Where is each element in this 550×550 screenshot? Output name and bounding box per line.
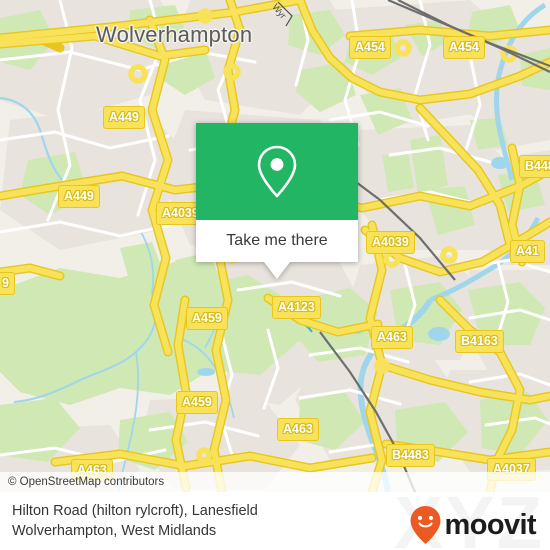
road-shield: A454 [443,36,485,59]
road-shield: A454 [349,36,391,59]
road-shield: A4039 [366,231,415,254]
map-attribution: © OpenStreetMap contributors [0,472,550,492]
road-shield: A449 [103,106,145,129]
road-shield: A463 [371,326,413,349]
road-shield: A459 [176,391,218,414]
road-shield: B4483 [386,444,435,467]
road-shield: 9 [0,272,15,295]
map-pin-icon [257,145,297,197]
take-me-there-button[interactable]: Take me there [196,220,358,262]
popup-pointer [264,262,290,279]
address-line-1: Hilton Road (hilton rylcroft), Lanesfiel… [12,503,258,519]
road-shield: B4484 [519,155,550,178]
location-address: Hilton Road (hilton rylcroft), Lanesfiel… [12,501,362,541]
moovit-pin-smile-icon [410,506,441,544]
address-line-2: Wolverhampton, West Midlands [12,523,217,539]
moovit-brand[interactable]: moovit [409,505,537,545]
road-shield: A41 [510,240,545,263]
footer-bar: XYZ Hilton Road (hilton rylcroft), Lanes… [0,492,550,550]
popup-image-panel [196,123,358,220]
location-popup-card[interactable]: Take me there [196,123,358,279]
road-shield: A463 [277,418,319,441]
road-shield: A449 [58,185,100,208]
road-shield: A459 [186,307,228,330]
moovit-wordmark: moovit [444,508,537,541]
moovit-map-share-card: Wolverhampton Wyr A454 A454 A449 A449 A4039 B… [0,0,550,550]
road-shield: A4123 [272,296,321,319]
road-shield: B4163 [455,330,504,353]
